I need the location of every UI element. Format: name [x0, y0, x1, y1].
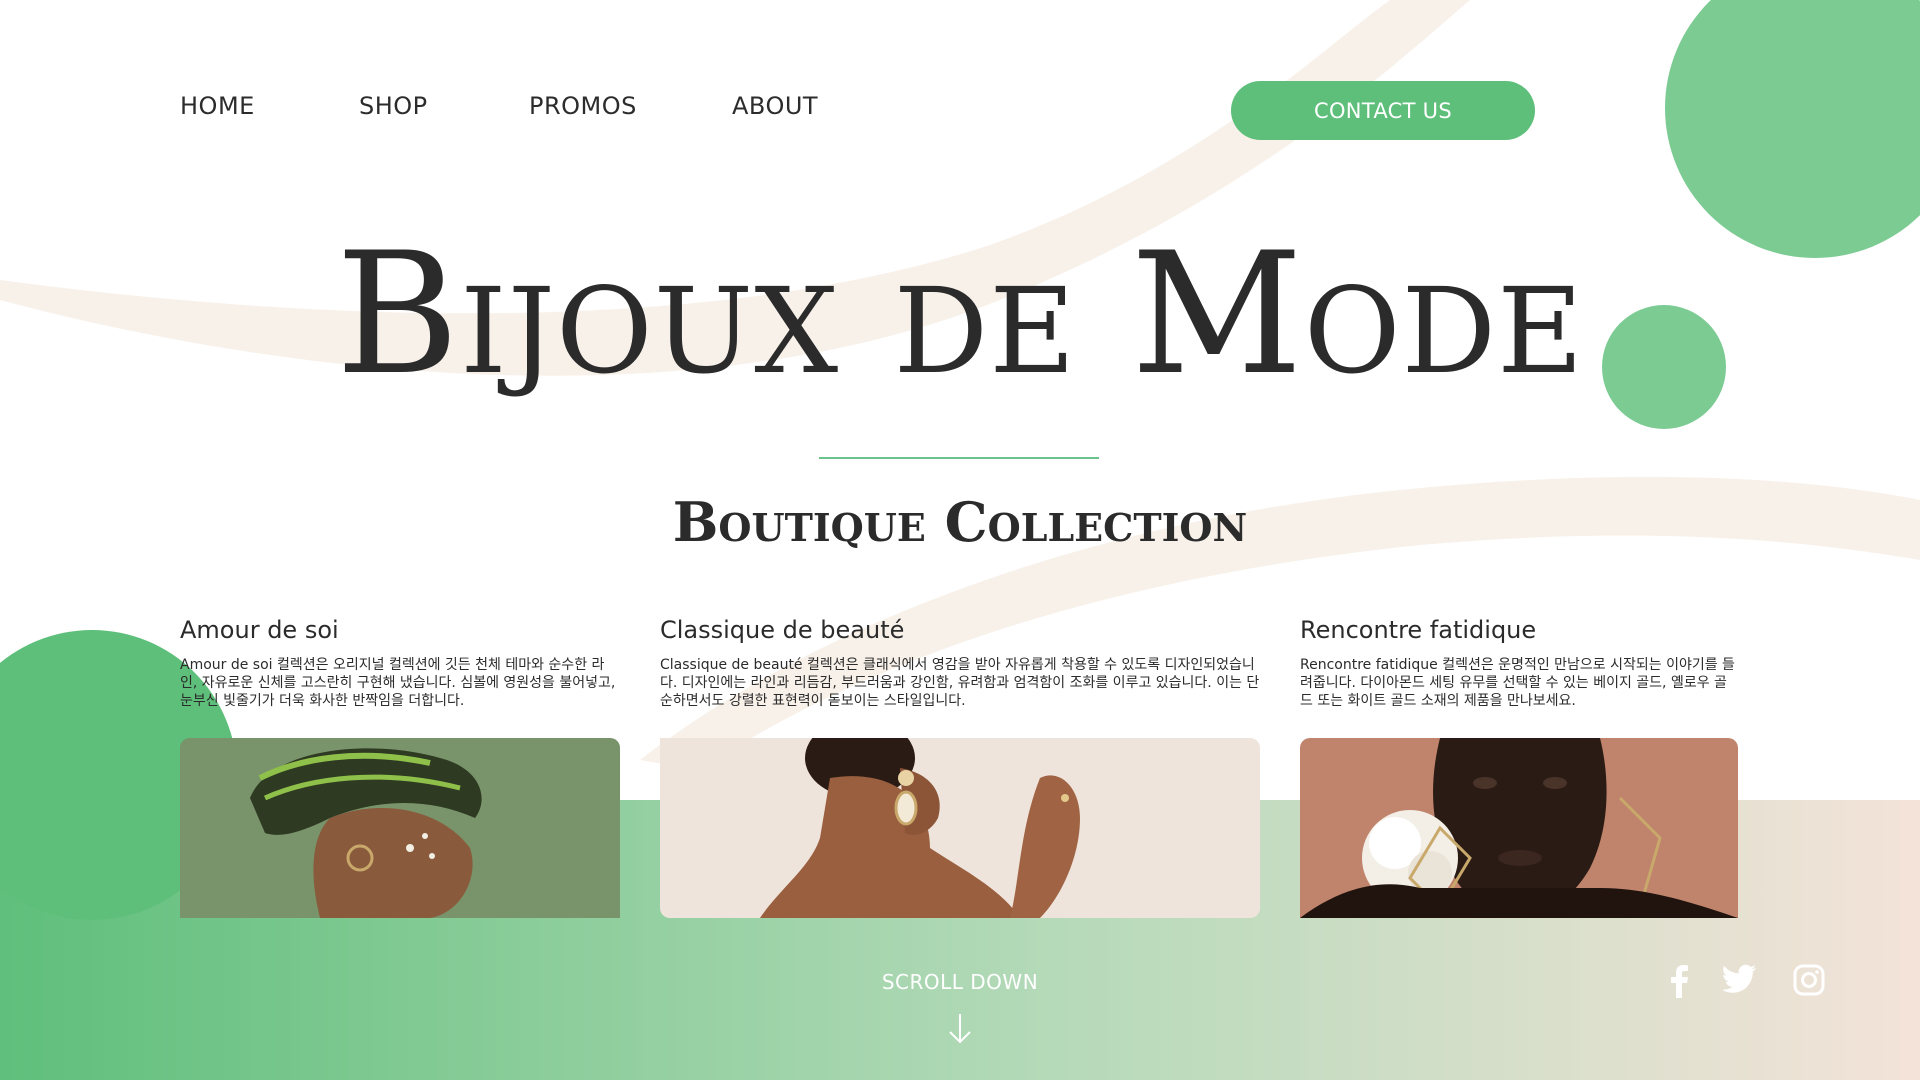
nav-promos-link[interactable]: PROMOS: [529, 92, 637, 120]
card-photo-amour[interactable]: [180, 738, 620, 918]
twitter-icon[interactable]: [1723, 964, 1757, 994]
card-photo-classique[interactable]: [660, 738, 1260, 918]
card-description: Rencontre fatidique 컬렉션은 운명적인 만남으로 시작되는 …: [1300, 657, 1735, 709]
arrow-down-icon[interactable]: [944, 1012, 976, 1046]
card-title: Amour de soi: [180, 616, 339, 644]
instagram-icon[interactable]: [1793, 964, 1825, 996]
card-description: Classique de beauté 컬렉션은 클래식에서 영감을 받아 자유…: [660, 657, 1260, 709]
collection-card-amour: Amour de soi Amour de soi 컬렉션은 오리지널 컬렉션에…: [180, 616, 620, 918]
card-title: Rencontre fatidique: [1300, 616, 1537, 644]
landing-page: HOME SHOP PROMOS ABOUT CONTACT US Bijoux…: [0, 0, 1920, 1080]
collection-heading: Boutique Collection: [672, 490, 1248, 554]
hero-title: Bijoux de Mode: [335, 216, 1585, 412]
facebook-icon[interactable]: [1665, 964, 1693, 998]
collection-card-classique: Classique de beauté Classique de beauté …: [660, 616, 1260, 918]
collection-card-rencontre: Rencontre fatidique Rencontre fatidique …: [1300, 616, 1738, 918]
title-divider: [819, 457, 1099, 459]
card-title: Classique de beauté: [660, 616, 905, 644]
card-photo-rencontre[interactable]: [1300, 738, 1738, 918]
nav-home-link[interactable]: HOME: [180, 92, 255, 120]
contact-us-button[interactable]: CONTACT US: [1231, 81, 1535, 140]
scroll-down-label[interactable]: SCROLL DOWN: [0, 970, 1920, 994]
nav-about-link[interactable]: ABOUT: [732, 92, 818, 120]
card-description: Amour de soi 컬렉션은 오리지널 컬렉션에 깃든 천체 테마와 순수…: [180, 657, 616, 709]
nav-shop-link[interactable]: SHOP: [359, 92, 428, 120]
